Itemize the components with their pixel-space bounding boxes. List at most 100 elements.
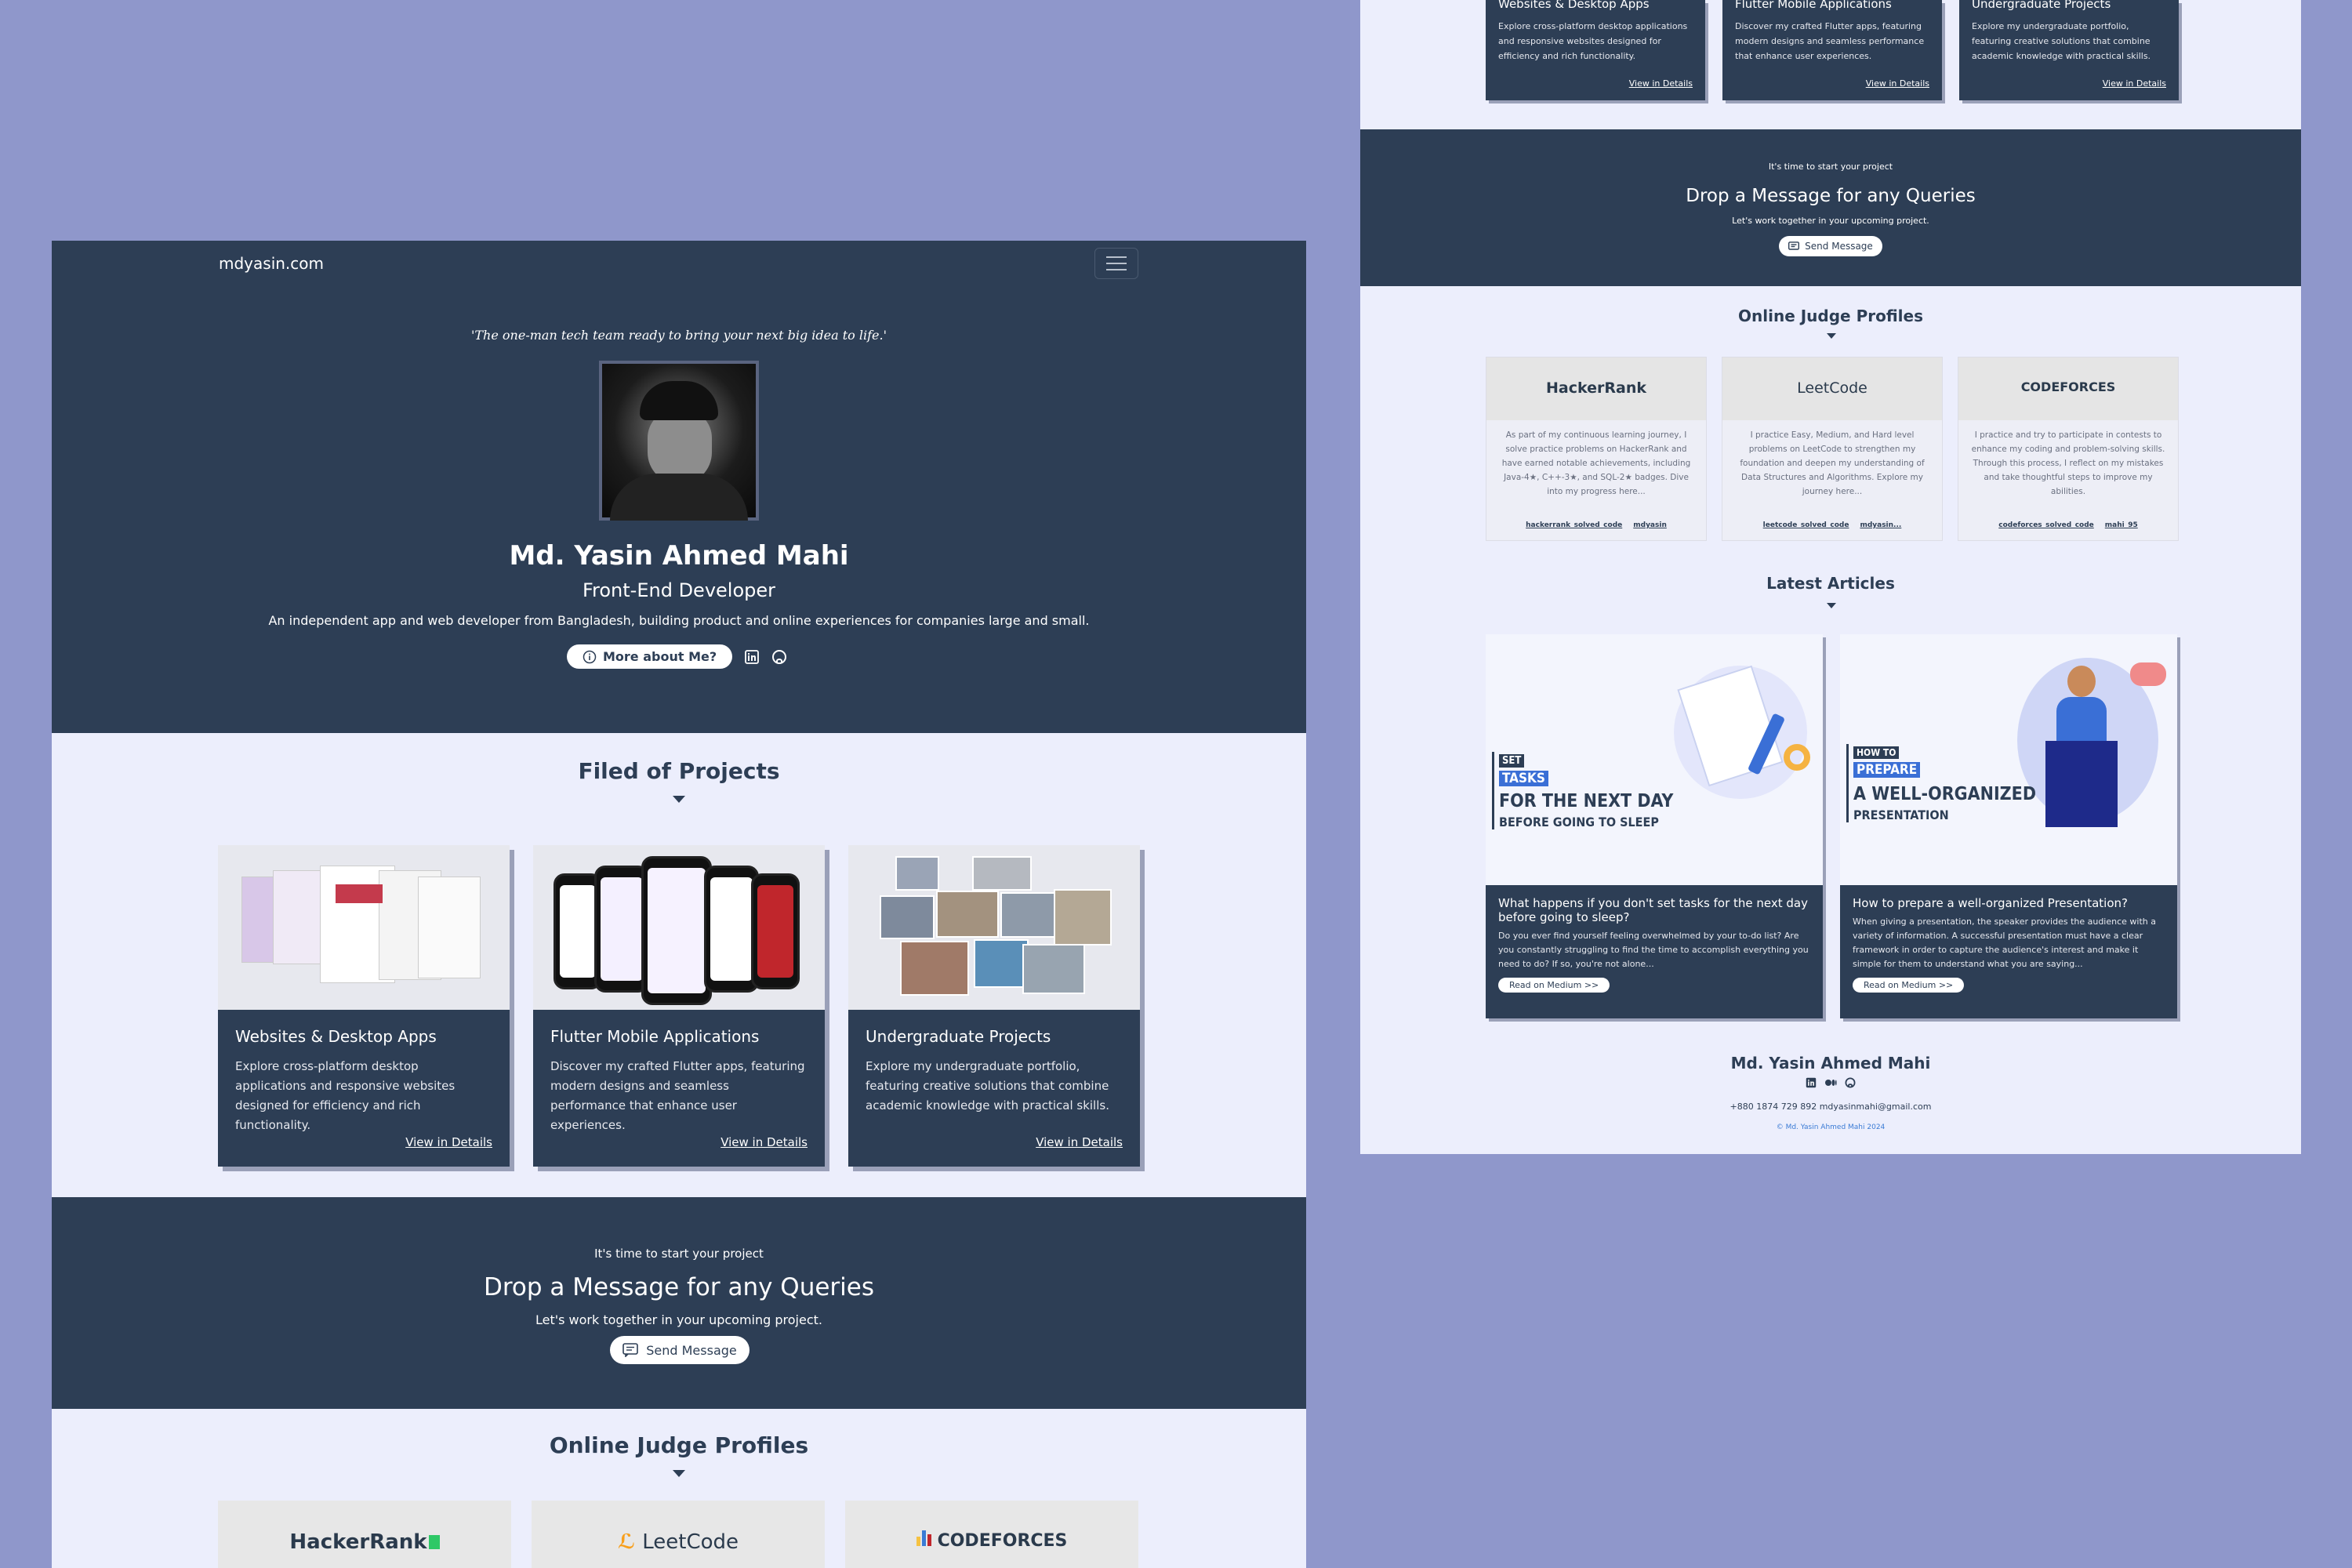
hero-quote: 'The one-man tech team ready to bring yo…	[470, 328, 887, 343]
caret-down-icon	[1827, 603, 1836, 608]
read-on-medium-button[interactable]: Read on Medium >>	[1853, 978, 1965, 993]
cta-kicker: It's time to start your project	[594, 1247, 764, 1261]
leetcode-card[interactable]: ℒ LeetCode	[532, 1501, 825, 1568]
codeforces-logo: CODEFORCES	[845, 1530, 1138, 1551]
project-card-undergrad[interactable]: Undergraduate Projects Explore my underg…	[848, 845, 1140, 1167]
project-desc: Explore my undergraduate portfolio, feat…	[1972, 21, 2151, 61]
send-message-label: Send Message	[1805, 241, 1873, 252]
info-icon	[583, 650, 597, 664]
cta-title: Drop a Message for any Queries	[1686, 186, 1976, 206]
project-card-websites[interactable]: Websites & Desktop Apps Explore cross-pl…	[218, 845, 510, 1167]
judge-section: Online Judge Profiles HackerRank ℒ LeetC…	[52, 1409, 1306, 1568]
article-card-tasks[interactable]: SET TASKS FOR THE NEXT DAY BEFORE GOING …	[1486, 634, 1823, 1018]
project-desc: Explore my undergraduate portfolio, feat…	[866, 1059, 1109, 1112]
judge-desc: As part of my continuous learning journe…	[1501, 430, 1691, 496]
project-card-flutter[interactable]: Flutter Mobile Applications Discover my …	[1722, 0, 1942, 100]
project-desc: Explore cross-platform desktop applicati…	[1498, 21, 1688, 61]
hero-section: mdyasin.com 'The one-man tech team ready…	[52, 241, 1306, 733]
project-title: Websites & Desktop Apps	[235, 1027, 437, 1046]
codeforces-card[interactable]: CODEFORCES	[845, 1501, 1138, 1568]
judge-and-articles: Online Judge Profiles HackerRank As part…	[1360, 286, 2301, 1154]
profile-link[interactable]: mdyasin...	[1860, 521, 1901, 529]
linkedin-icon[interactable]	[745, 649, 760, 664]
hero-actions: More about Me?	[567, 644, 787, 669]
view-details-link[interactable]: View in Details	[405, 1135, 492, 1149]
hackerrank-card[interactable]: HackerRank	[218, 1501, 511, 1568]
caret-down-icon	[1827, 333, 1836, 339]
solved-code-link[interactable]: hackerrank_solved_code	[1526, 521, 1622, 529]
footer-copyright: © Md. Yasin Ahmed Mahi 2024	[1776, 1123, 1886, 1131]
view-details-link[interactable]: View in Details	[1036, 1135, 1123, 1149]
send-message-button[interactable]: Send Message	[1779, 236, 1882, 256]
view-details-link[interactable]: View in Details	[2103, 78, 2166, 89]
project-title: Websites & Desktop Apps	[1498, 0, 1650, 11]
judge-desc: I practice and try to participate in con…	[1971, 430, 2165, 496]
more-about-me-label: More about Me?	[603, 649, 717, 664]
project-card-undergrad[interactable]: Undergraduate Projects Explore my underg…	[1959, 0, 2179, 100]
article-title: How to prepare a well-organized Presenta…	[1853, 896, 2128, 910]
medium-icon[interactable]	[1824, 1077, 1837, 1088]
hero-role: Front-End Developer	[582, 579, 776, 601]
send-message-label: Send Message	[646, 1342, 737, 1358]
read-on-medium-button[interactable]: Read on Medium >>	[1498, 978, 1610, 993]
github-icon[interactable]	[1845, 1077, 1856, 1088]
projects-cards-cropped: Websites & Desktop Apps Explore cross-pl…	[1360, 0, 2301, 129]
leetcode-card: LeetCode I practice Easy, Medium, and Ha…	[1722, 357, 1943, 541]
cta-subtitle: Let's work together in your upcoming pro…	[535, 1312, 822, 1327]
project-desc: Explore cross-platform desktop applicati…	[235, 1059, 456, 1132]
hamburger-icon[interactable]	[1094, 248, 1138, 279]
project-card-flutter[interactable]: Flutter Mobile Applications Discover my …	[533, 845, 825, 1167]
more-about-me-button[interactable]: More about Me?	[567, 644, 733, 669]
projects-section: Filed of Projects Websites & Desktop App…	[52, 733, 1306, 1197]
left-screenshot: mdyasin.com 'The one-man tech team ready…	[52, 241, 1306, 1568]
codeforces-card: CODEFORCES I practice and try to partici…	[1958, 357, 2179, 541]
profile-photo	[599, 361, 759, 521]
cta-subtitle: Let's work together in your upcoming pro…	[1732, 216, 1929, 226]
poster-line: PREPARE	[1853, 762, 1921, 778]
github-icon[interactable]	[771, 649, 787, 665]
cta-section: It's time to start your project Drop a M…	[52, 1197, 1306, 1409]
solved-code-link[interactable]: codeforces_solved_code	[1998, 521, 2094, 529]
projects-title: Filed of Projects	[578, 758, 780, 784]
solved-code-link[interactable]: leetcode_solved_code	[1763, 521, 1849, 529]
caret-down-icon	[673, 796, 685, 803]
navbar: mdyasin.com	[52, 241, 1306, 288]
hackerrank-logo: HackerRank	[1546, 379, 1646, 397]
profile-link[interactable]: mahi_95	[2105, 521, 2138, 529]
project-card-websites[interactable]: Websites & Desktop Apps Explore cross-pl…	[1486, 0, 1705, 100]
judge-title: Online Judge Profiles	[549, 1432, 809, 1458]
poster-line: TASKS	[1499, 771, 1548, 786]
view-details-link[interactable]: View in Details	[1629, 78, 1693, 89]
view-details-link[interactable]: View in Details	[1866, 78, 1929, 89]
message-icon	[622, 1343, 639, 1357]
poster-line: HOW TO	[1853, 746, 1900, 759]
project-title: Undergraduate Projects	[1972, 0, 2111, 11]
poster-line: FOR THE NEXT DAY	[1499, 791, 1674, 811]
linkedin-icon[interactable]	[1806, 1077, 1817, 1088]
article-card-presentation[interactable]: HOW TO PREPARE A WELL-ORGANIZED PRESENTA…	[1840, 634, 2177, 1018]
profile-link[interactable]: mdyasin	[1633, 521, 1667, 529]
article-desc: When giving a presentation, the speaker …	[1853, 916, 2156, 969]
poster-line: BEFORE GOING TO SLEEP	[1499, 815, 1659, 829]
flutter-phones-image	[533, 845, 825, 1010]
hackerrank-logo: HackerRank	[218, 1530, 511, 1554]
codeforces-logo: CODEFORCES	[2020, 379, 2116, 394]
project-desc: Discover my crafted Flutter apps, featur…	[550, 1059, 805, 1132]
brand-link[interactable]: mdyasin.com	[219, 254, 324, 273]
hero-name: Md. Yasin Ahmed Mahi	[509, 540, 849, 572]
presentation-poster-image: HOW TO PREPARE A WELL-ORGANIZED PRESENTA…	[1840, 634, 2177, 885]
view-details-link[interactable]: View in Details	[720, 1135, 808, 1149]
poster-line: A WELL-ORGANIZED	[1853, 784, 2036, 804]
project-title: Flutter Mobile Applications	[1735, 0, 1892, 11]
cta-kicker: It's time to start your project	[1768, 162, 1893, 172]
judge-title: Online Judge Profiles	[1738, 307, 1923, 325]
tasks-poster-image: SET TASKS FOR THE NEXT DAY BEFORE GOING …	[1486, 634, 1823, 885]
articles-title: Latest Articles	[1766, 574, 1895, 593]
leetcode-logo: LeetCode	[1797, 379, 1867, 397]
article-desc: Do you ever find yourself feeling overwh…	[1498, 931, 1809, 969]
project-title: Flutter Mobile Applications	[550, 1027, 760, 1046]
message-icon	[1788, 241, 1800, 252]
article-title: What happens if you don't set tasks for …	[1498, 896, 1808, 924]
judge-desc: I practice Easy, Medium, and Hard level …	[1740, 430, 1925, 496]
send-message-button[interactable]: Send Message	[610, 1336, 750, 1364]
